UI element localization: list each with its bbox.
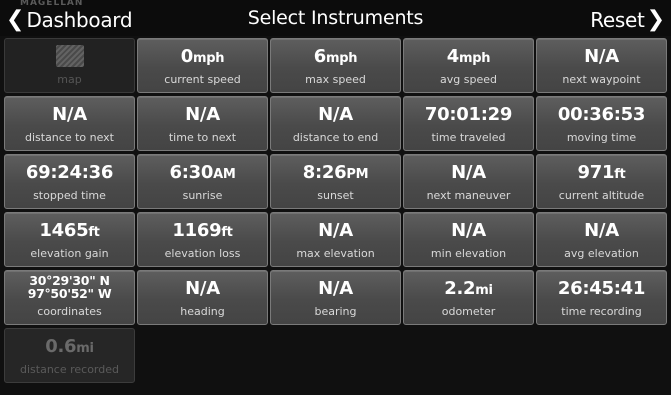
tile-label: moving time [566,131,637,144]
page-title: Select Instruments [247,7,424,29]
tile-value: N/A [451,220,486,241]
tile-label: max speed [305,73,366,86]
tile-label: sunset [317,189,354,202]
tile-elevation-gain[interactable]: 1465ft elevation gain [4,212,135,267]
tile-avg-elevation[interactable]: N/A avg elevation [536,212,667,267]
chevron-right-icon: ❯ [646,7,665,32]
tile-coordinates[interactable]: 30°29'30" N 97°50'52" W coordinates [4,270,135,325]
tile-next-maneuver[interactable]: N/A next maneuver [403,154,534,209]
tile-label: min elevation [430,247,507,260]
tile-label: current speed [164,73,241,86]
tile-label: elevation loss [164,247,241,260]
tile-value: N/A [584,220,619,241]
tile-value: 30°29'30" N 97°50'52" W [28,274,112,300]
map-icon [55,45,84,67]
tile-value: N/A [52,104,87,125]
tile-label: time recording [561,305,642,318]
tile-distance-to-end[interactable]: N/A distance to end [270,96,401,151]
tile-next-waypoint[interactable]: N/A next waypoint [536,38,667,93]
tile-label: stopped time [33,189,106,202]
tile-current-altitude[interactable]: 971ft current altitude [536,154,667,209]
tile-value: N/A [318,104,353,125]
tile-value: N/A [318,278,353,299]
tile-moving-time[interactable]: 00:36:53 moving time [536,96,667,151]
tile-label: current altitude [558,189,645,202]
tile-label: avg elevation [564,247,639,260]
tile-value: 70:01:29 [424,104,513,125]
top-bar: MAGELLAN ❮ Dashboard Select Instruments … [0,0,671,36]
tile-value: 4mph [446,46,491,67]
tile-label: map [57,73,82,86]
longitude-value: 97°50'52" W [27,286,112,301]
tile-value: 26:45:41 [557,278,646,299]
tile-label: coordinates [37,305,102,318]
tile-value: 6mph [313,46,358,67]
tile-elevation-loss[interactable]: 1169ft elevation loss [137,212,268,267]
tile-time-to-next[interactable]: N/A time to next [137,96,268,151]
tile-current-speed[interactable]: 0mph current speed [137,38,268,93]
tile-avg-speed[interactable]: 4mph avg speed [403,38,534,93]
tile-map[interactable]: map [4,38,135,93]
tile-value: 8:26PM [302,162,369,183]
tile-value: 69:24:36 [25,162,114,183]
tile-label: time traveled [431,131,506,144]
tile-value: 0mph [180,46,225,67]
tile-time-traveled[interactable]: 70:01:29 time traveled [403,96,534,151]
tile-label: max elevation [296,247,375,260]
tile-label: elevation gain [30,247,109,260]
tile-value: N/A [451,162,486,183]
reset-button[interactable]: Reset ❯ [590,6,665,34]
reset-button-label: Reset [590,8,645,32]
instrument-grid: map 0mph current speed 6mph max speed 4m… [4,38,667,383]
tile-label: distance recorded [20,363,119,376]
tile-value: N/A [318,220,353,241]
tile-sunrise[interactable]: 6:30AM sunrise [137,154,268,209]
tile-value: 0.6mi [45,336,94,357]
tile-value: N/A [185,278,220,299]
tile-bearing[interactable]: N/A bearing [270,270,401,325]
tile-stopped-time[interactable]: 69:24:36 stopped time [4,154,135,209]
tile-label: time to next [168,131,237,144]
tile-value: 971ft [577,162,626,183]
tile-value: N/A [185,104,220,125]
tile-label: distance to next [24,131,114,144]
tile-min-elevation[interactable]: N/A min elevation [403,212,534,267]
tile-label: next maneuver [426,189,511,202]
tile-max-speed[interactable]: 6mph max speed [270,38,401,93]
tile-time-recording[interactable]: 26:45:41 time recording [536,270,667,325]
tile-label: next waypoint [562,73,641,86]
tile-value: N/A [584,46,619,67]
tile-value: 6:30AM [169,162,236,183]
tile-sunset[interactable]: 8:26PM sunset [270,154,401,209]
tile-value: 1169ft [172,220,233,241]
tile-label: bearing [314,305,357,318]
tile-label: distance to end [292,131,379,144]
tile-value: 00:36:53 [557,104,646,125]
tile-value: 1465ft [39,220,100,241]
tile-odometer[interactable]: 2.2mi odometer [403,270,534,325]
tile-label: sunrise [182,189,223,202]
tile-distance-recorded[interactable]: 0.6mi distance recorded [4,328,135,383]
tile-label: odometer [441,305,496,318]
tile-value: 2.2mi [444,278,493,299]
tile-distance-to-next[interactable]: N/A distance to next [4,96,135,151]
tile-max-elevation[interactable]: N/A max elevation [270,212,401,267]
tile-heading[interactable]: N/A heading [137,270,268,325]
tile-label: heading [180,305,225,318]
tile-label: avg speed [440,73,497,86]
